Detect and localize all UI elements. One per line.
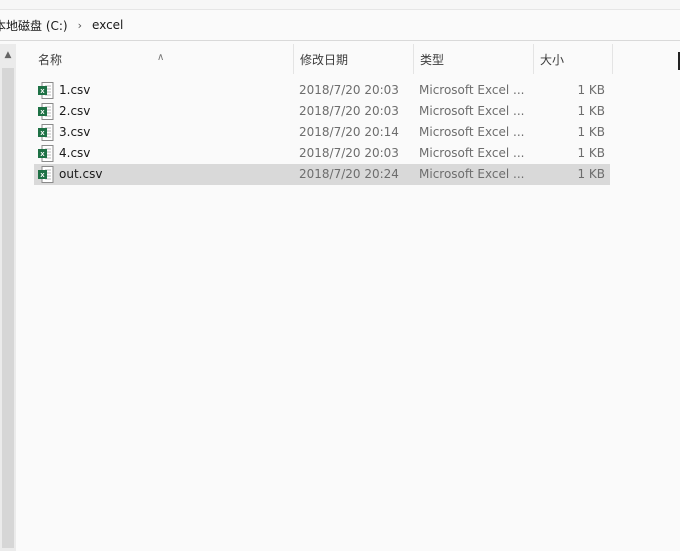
file-date: 2018/7/20 20:03 [299,146,399,160]
window-top-strip [0,0,680,10]
file-name: 2.csv [59,104,91,118]
file-name: out.csv [59,167,103,181]
column-header-row: 名称 ∧ 修改日期 类型 大小 [32,44,614,74]
file-date: 2018/7/20 20:24 [299,167,399,181]
navigation-pane-scrollbar[interactable]: ▲ [0,44,16,551]
excel-csv-icon: x [38,145,54,162]
breadcrumb-drive[interactable]: 本地磁盘 (C:) [0,17,68,34]
column-header-size[interactable]: 大小 [533,44,613,74]
file-list: x 1.csv 2018/7/20 20:03 Microsoft Excel … [34,80,610,185]
file-row[interactable]: x 4.csv 2018/7/20 20:03 Microsoft Excel … [34,143,610,164]
excel-csv-icon: x [38,103,54,120]
file-type: Microsoft Excel ... [419,167,525,181]
file-name: 3.csv [59,125,91,139]
column-header-type-label: 类型 [420,53,445,67]
column-header-date-label: 修改日期 [300,53,349,67]
scroll-up-arrow-icon[interactable]: ▲ [3,50,13,60]
file-size: 1 KB [577,167,605,181]
sort-ascending-icon: ∧ [157,52,165,63]
file-name: 1.csv [59,83,91,97]
file-row[interactable]: x 3.csv 2018/7/20 20:14 Microsoft Excel … [34,122,610,143]
file-row[interactable]: x 2.csv 2018/7/20 20:03 Microsoft Excel … [34,101,610,122]
column-header-date[interactable]: 修改日期 [293,44,413,74]
chevron-right-icon[interactable]: › [78,19,82,32]
file-size: 1 KB [577,146,605,160]
file-size: 1 KB [577,104,605,118]
column-header-name-label: 名称 [38,53,63,67]
excel-csv-icon: x [38,166,54,183]
excel-csv-icon: x [38,82,54,99]
file-type: Microsoft Excel ... [419,104,525,118]
file-type: Microsoft Excel ... [419,146,525,160]
file-name: 4.csv [59,146,91,160]
excel-csv-icon: x [38,124,54,141]
file-row-selected[interactable]: x out.csv 2018/7/20 20:24 Microsoft Exce… [34,164,610,185]
file-date: 2018/7/20 20:14 [299,125,399,139]
column-header-name[interactable]: 名称 ∧ [32,44,292,74]
file-type: Microsoft Excel ... [419,125,525,139]
scrollbar-thumb[interactable] [2,68,14,548]
address-bar[interactable]: 本地磁盘 (C:) › excel [0,10,680,41]
file-size: 1 KB [577,83,605,97]
column-header-size-label: 大小 [540,53,565,67]
breadcrumb-folder[interactable]: excel [92,18,123,32]
file-type: Microsoft Excel ... [419,83,525,97]
file-row[interactable]: x 1.csv 2018/7/20 20:03 Microsoft Excel … [34,80,610,101]
column-header-type[interactable]: 类型 [413,44,533,74]
file-date: 2018/7/20 20:03 [299,104,399,118]
file-size: 1 KB [577,125,605,139]
file-date: 2018/7/20 20:03 [299,83,399,97]
